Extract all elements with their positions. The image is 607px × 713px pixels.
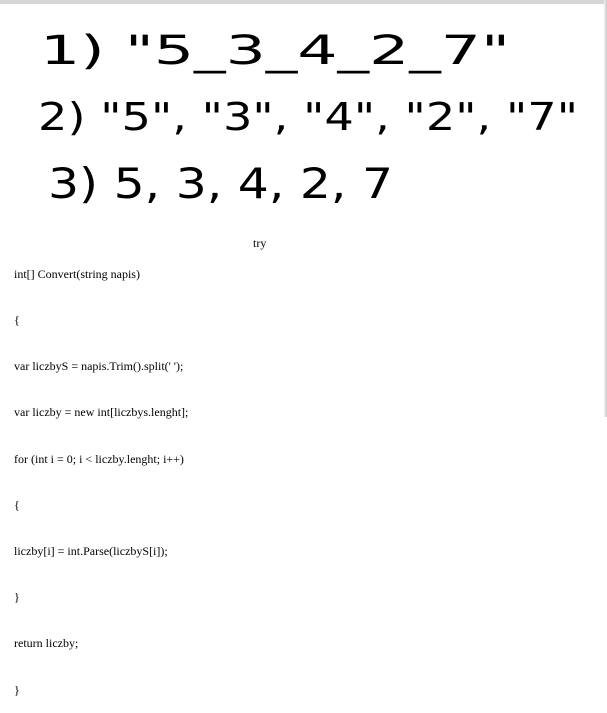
code-line: } bbox=[14, 590, 20, 605]
try-label: try bbox=[253, 236, 267, 250]
code-line: var liczbyS = napis.Trim().split(' '); bbox=[14, 359, 184, 374]
handwritten-line-2: 2) "5", "3", "4", "2", "7" bbox=[38, 95, 578, 139]
handwritten-line-1: 1) "5_3_4_2_7" bbox=[40, 28, 510, 74]
handwritten-notes: 1) "5_3_4_2_7" 2) "5", "3", "4", "2", "7… bbox=[38, 28, 578, 208]
code-line: { bbox=[14, 313, 20, 328]
code-line: int[] Convert(string napis) bbox=[14, 266, 140, 281]
code-line: return liczby; bbox=[14, 636, 79, 651]
code-line: for (int i = 0; i < liczby.lenght; i++) bbox=[14, 451, 184, 466]
handwritten-line-3: 3) 5, 3, 4, 2, 7 bbox=[48, 159, 393, 208]
code-line: } bbox=[14, 682, 20, 697]
code-snippet: int[] Convert(string napis) { var liczby… bbox=[14, 236, 314, 713]
code-line: { bbox=[14, 497, 20, 512]
code-line: liczby[i] = int.Parse(liczbyS[i]); bbox=[14, 544, 168, 559]
code-line: var liczby = new int[liczbys.lenght]; bbox=[14, 405, 189, 420]
